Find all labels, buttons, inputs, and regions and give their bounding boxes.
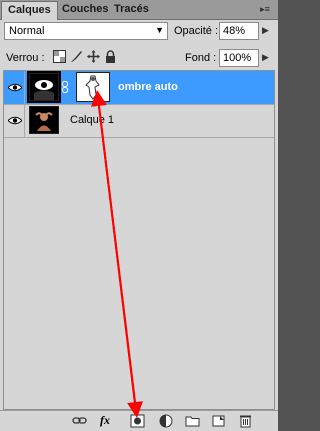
blend-mode-select[interactable]: Normal ▼ — [4, 22, 168, 40]
link-layers-icon[interactable] — [72, 414, 87, 428]
add-mask-icon[interactable] — [130, 414, 145, 428]
eye-icon — [8, 116, 22, 125]
visibility-toggle[interactable] — [5, 104, 25, 137]
layers-list: ombre auto Calque 1 — [3, 70, 275, 410]
layer-row-calque-1[interactable]: Calque 1 — [4, 104, 274, 138]
lock-position-icon[interactable] — [87, 50, 100, 63]
fill-slider-arrow-icon[interactable]: ▶ — [262, 52, 269, 63]
tab-calques[interactable]: Calques — [1, 1, 58, 20]
tab-traces[interactable]: Tracés — [108, 1, 155, 18]
lock-image-pixels-icon[interactable] — [70, 50, 83, 63]
layer-name[interactable]: ombre auto — [118, 81, 178, 93]
eye-icon — [8, 83, 22, 92]
mask-link-icon[interactable] — [62, 81, 68, 93]
layer-row-ombre-auto[interactable]: ombre auto — [4, 71, 274, 105]
opacity-input[interactable]: 48% — [219, 22, 259, 40]
adjustment-layer-icon[interactable] — [159, 414, 174, 428]
layer-name[interactable]: Calque 1 — [70, 114, 114, 126]
lock-transparent-pixels-icon[interactable] — [53, 50, 66, 63]
panel-tab-bar: Calques Couches Tracés ▸≡ — [0, 0, 278, 20]
lock-all-icon[interactable] — [104, 50, 117, 63]
opacity-label: Opacité : — [174, 25, 219, 37]
fill-label: Fond : — [185, 52, 217, 64]
mask-figure-icon — [77, 73, 109, 101]
layer-thumbnail[interactable] — [27, 71, 61, 103]
lock-row: Verrou : Fond : 100% ▶ — [0, 48, 278, 68]
new-layer-icon[interactable] — [211, 414, 226, 428]
chevron-down-icon: ▼ — [155, 25, 164, 35]
group-folder-icon[interactable] — [185, 414, 200, 428]
fill-input[interactable]: 100% — [219, 49, 259, 67]
layers-panel: Calques Couches Tracés ▸≡ Normal ▼ Opaci… — [0, 0, 278, 431]
layer-mask-thumbnail[interactable] — [76, 72, 110, 102]
layers-bottom-toolbar: fx — [0, 410, 278, 431]
tab-couches[interactable]: Couches — [56, 1, 114, 18]
panel-menu-icon[interactable]: ▸≡ — [258, 3, 272, 15]
blend-mode-value: Normal — [9, 25, 45, 37]
blend-row: Normal ▼ Opacité : 48% ▶ — [0, 22, 278, 42]
visibility-toggle[interactable] — [5, 71, 25, 104]
fx-icon[interactable]: fx — [100, 413, 115, 427]
layer-thumbnail[interactable] — [29, 106, 59, 134]
lock-label: Verrou : — [6, 52, 45, 64]
person-photo-icon — [30, 107, 58, 133]
trash-icon[interactable] — [238, 414, 253, 428]
opacity-slider-arrow-icon[interactable]: ▶ — [262, 25, 269, 36]
person-silhouette-icon — [30, 74, 58, 100]
